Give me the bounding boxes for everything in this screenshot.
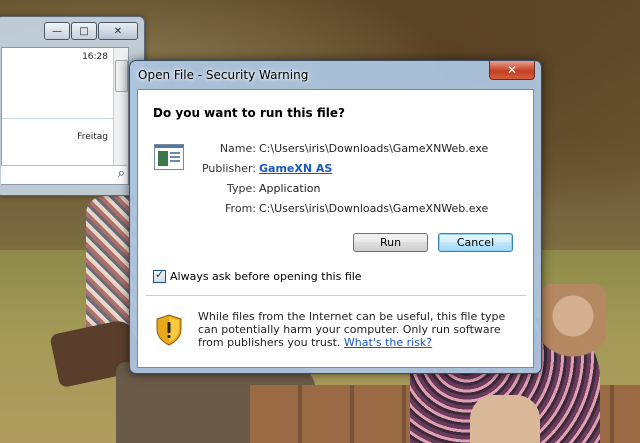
cancel-button[interactable]: Cancel [438, 233, 513, 252]
security-warning-dialog: Open File - Security Warning ✕ Do you wa… [129, 60, 542, 374]
publisher-label: Publisher: [201, 162, 256, 175]
from-label: From: [225, 202, 256, 215]
search-bar[interactable]: ⌕ [1, 165, 127, 184]
message-day: Freitag [77, 132, 108, 142]
always-ask-option[interactable]: Always ask before opening this file [153, 268, 362, 283]
close-icon: ✕ [506, 63, 518, 77]
name-label: Name: [219, 142, 256, 155]
dialog-client-area: Do you want to run this file? Name: C:\U… [137, 89, 534, 368]
dialog-titlebar[interactable]: Open File - Security Warning ✕ [130, 61, 541, 89]
publisher-link[interactable]: GameXN AS [259, 162, 332, 175]
wallpaper-child-head [540, 284, 606, 364]
name-value: C:\Users\iris\Downloads\GameXNWeb.exe [259, 142, 489, 155]
maximize-button[interactable]: □ [71, 22, 97, 40]
always-ask-checkbox[interactable] [153, 268, 166, 283]
window-controls: — □ ✕ [44, 22, 138, 40]
type-value: Application [259, 182, 321, 195]
message-time: 16:28 [82, 52, 108, 62]
security-shield-icon [156, 314, 182, 346]
dialog-question: Do you want to run this file? [153, 106, 345, 120]
dialog-title: Open File - Security Warning [138, 68, 309, 82]
search-icon[interactable]: ⌕ [118, 166, 125, 181]
background-mail-window[interactable]: — □ ✕ 16:28 Freitag ▼ ⌕ [0, 16, 145, 196]
divider [146, 295, 526, 296]
minimize-button[interactable]: — [44, 22, 70, 40]
close-button[interactable]: ✕ [98, 22, 138, 40]
run-button[interactable]: Run [353, 233, 428, 252]
from-value: C:\Users\iris\Downloads\GameXNWeb.exe [259, 202, 489, 215]
list-item[interactable] [2, 48, 128, 119]
warning-message: While files from the Internet can be use… [198, 310, 518, 349]
whats-the-risk-link[interactable]: What's the risk? [344, 336, 432, 349]
wallpaper-child-legs [470, 395, 540, 443]
always-ask-label[interactable]: Always ask before opening this file [170, 270, 362, 283]
vertical-scrollbar[interactable]: ▼ [113, 48, 128, 184]
scrollbar-thumb[interactable] [115, 60, 128, 92]
type-label: Type: [227, 182, 256, 195]
dialog-close-button[interactable]: ✕ [489, 61, 535, 80]
